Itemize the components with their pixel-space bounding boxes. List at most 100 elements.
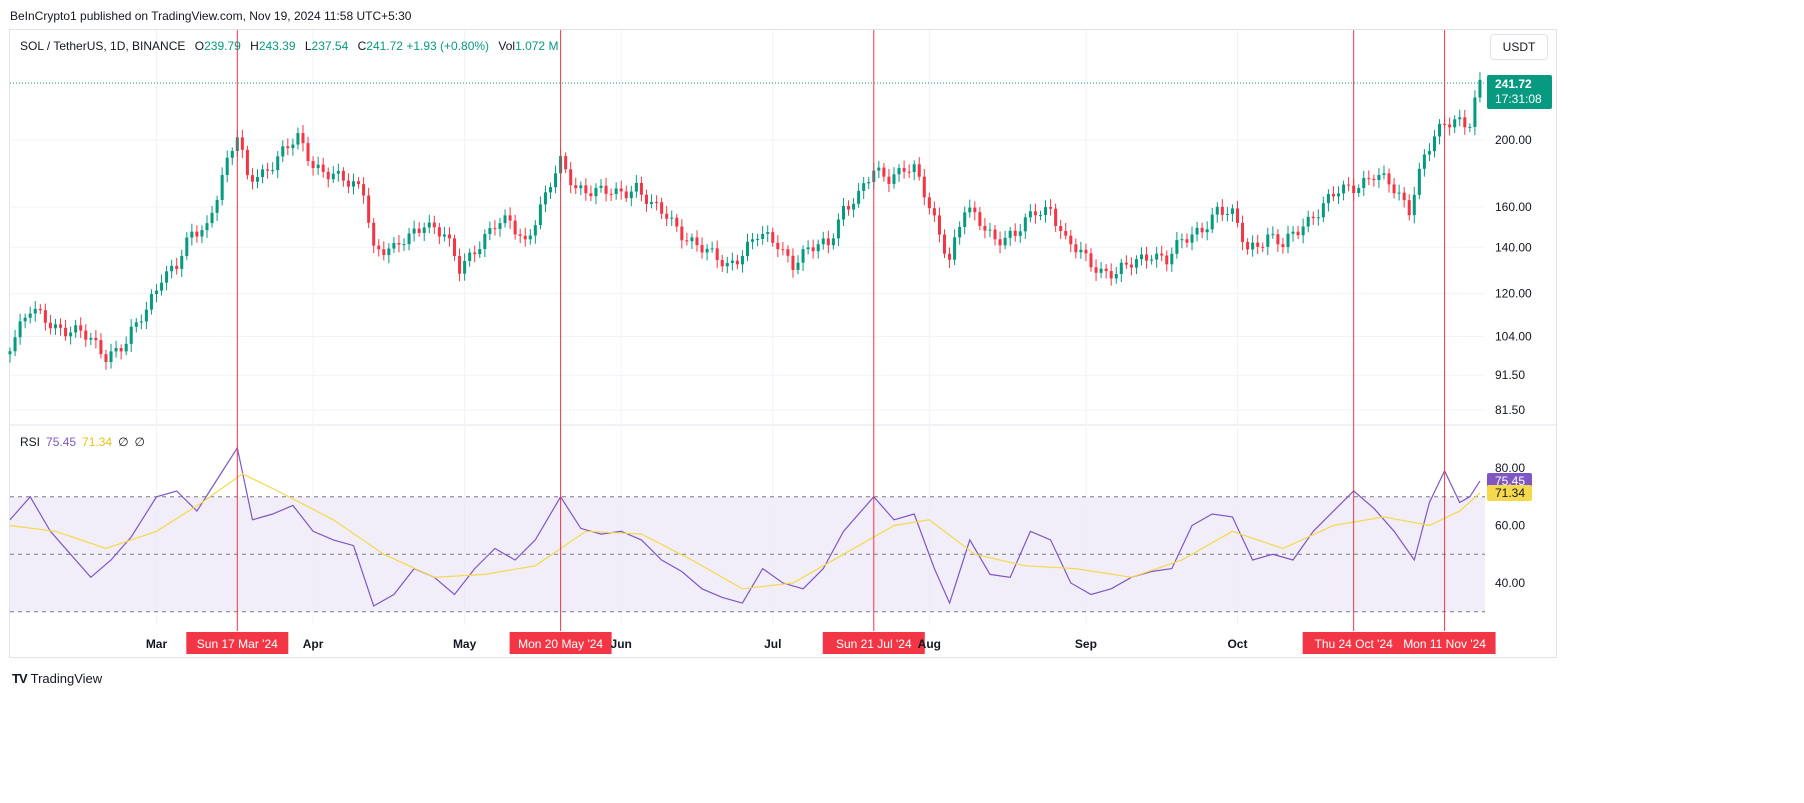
candle-down <box>346 180 350 187</box>
symbol-label[interactable]: SOL / TetherUS, 1D, BINANCE <box>20 39 185 53</box>
candle-down <box>675 217 679 227</box>
chart-canvas[interactable]: Sun 17 Mar '24 Mon 20 May '24 Sun 21 Jul '… <box>0 0 1566 692</box>
candle-down <box>619 188 623 192</box>
candle-up <box>1468 126 1472 128</box>
month-tick-label: Mar <box>146 637 168 651</box>
candle-up <box>225 157 229 176</box>
candle-down <box>569 169 573 186</box>
candle-down <box>1013 230 1017 236</box>
rsi-label[interactable]: RSI <box>20 435 40 449</box>
currency-button[interactable]: USDT <box>1490 34 1548 60</box>
candle-up <box>463 260 467 274</box>
candle-up <box>1432 136 1437 152</box>
candle-up <box>1210 214 1214 230</box>
candle-down <box>523 235 527 240</box>
candle-up <box>1225 214 1229 216</box>
candle-up <box>862 183 866 191</box>
candle-down <box>48 322 52 329</box>
candle-down <box>1276 234 1280 245</box>
candle-down <box>1200 227 1204 233</box>
candle-down <box>372 222 376 246</box>
candle-down <box>1104 268 1108 272</box>
candle-down <box>907 171 911 173</box>
candle-down <box>1392 184 1396 194</box>
candle-up <box>8 351 12 355</box>
candle-up <box>256 177 260 182</box>
candle-up <box>806 247 810 250</box>
candle-down <box>1387 173 1391 185</box>
candle-up <box>402 244 406 246</box>
candle-down <box>1448 124 1452 128</box>
candle-up <box>331 173 335 180</box>
candle-up <box>1003 237 1007 246</box>
candle-up <box>1139 254 1144 260</box>
candle-up <box>498 223 502 229</box>
candle-down <box>367 195 371 223</box>
candle-up <box>23 317 27 322</box>
candle-down <box>1049 207 1053 209</box>
candle-down <box>43 310 47 323</box>
candle-up <box>1377 174 1381 181</box>
candle-up <box>1079 249 1083 253</box>
candle-up <box>690 237 694 242</box>
candle-down <box>811 247 815 252</box>
date-marker-label: Sun 17 Mar '24 <box>197 637 278 651</box>
volume-value: 1.072 M <box>515 39 559 53</box>
candle-up <box>1266 234 1270 247</box>
candle-down <box>998 239 1002 246</box>
candle-up <box>134 322 138 327</box>
price-legend: SOL / TetherUS, 1D, BINANCE O239.79 H243… <box>20 39 559 53</box>
candle-up <box>407 233 411 245</box>
month-tick-label: Jun <box>611 637 632 651</box>
tradingview-logo-icon: TV <box>12 671 28 686</box>
candle-up <box>1301 226 1305 236</box>
candle-up <box>857 190 861 204</box>
candle-up <box>316 164 320 169</box>
candle-up <box>351 181 356 187</box>
candle-up <box>988 229 992 231</box>
last-price: 241.72 <box>1495 77 1532 92</box>
candle-up <box>185 237 189 256</box>
candle-up <box>1397 192 1401 194</box>
candle-up <box>836 219 840 239</box>
candle-up <box>634 182 638 192</box>
candle-down <box>1246 242 1250 250</box>
candle-down <box>604 185 608 194</box>
candle-down <box>887 176 891 184</box>
candle-up <box>1321 203 1325 218</box>
candle-down <box>574 185 578 189</box>
candle-down <box>84 330 88 340</box>
candle-down <box>1069 235 1073 245</box>
candle-down <box>301 133 305 144</box>
candle-up <box>1336 193 1341 197</box>
candle-down <box>1296 231 1300 236</box>
candle-up <box>528 235 532 240</box>
month-tick-label: Sep <box>1075 637 1097 651</box>
last-price-tag: 241.72 17:31:08 <box>1487 75 1552 110</box>
candle-up <box>1382 173 1386 175</box>
candle-up <box>1427 151 1431 155</box>
footer-brand[interactable]: TV TradingView <box>12 671 102 686</box>
candle-up <box>1422 154 1426 169</box>
candle-down <box>1074 244 1078 253</box>
candle-up <box>210 212 214 224</box>
candle-down <box>1160 253 1164 256</box>
candle-down <box>1054 208 1058 227</box>
price-tick-label: 140.00 <box>1495 240 1532 254</box>
candle-up <box>730 260 734 264</box>
candle-down <box>382 249 386 256</box>
candle-up <box>1150 259 1154 261</box>
candle-up <box>705 248 709 253</box>
candle-down <box>973 207 977 213</box>
candle-up <box>180 255 184 269</box>
candle-up <box>579 185 583 189</box>
candle-down <box>397 243 401 245</box>
month-tick-label: Oct <box>1227 637 1247 651</box>
candle-up <box>761 233 765 239</box>
rsi-tick-label: 60.00 <box>1495 519 1525 533</box>
candle-up <box>1205 229 1209 233</box>
candle-up <box>422 227 426 233</box>
candle-down <box>58 324 63 328</box>
candle-down <box>311 161 315 169</box>
candle-up <box>1180 239 1184 241</box>
